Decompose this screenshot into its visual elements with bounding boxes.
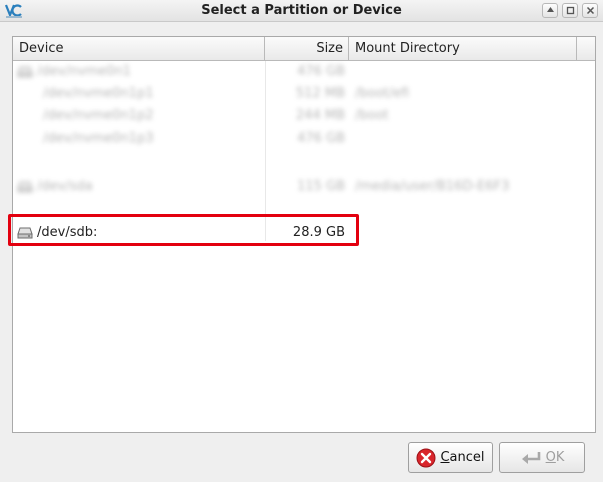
- ok-label: OK: [545, 450, 565, 465]
- device-name: /dev/nvme0n1p1: [43, 86, 154, 101]
- window-up-button[interactable]: [542, 3, 558, 18]
- column-header-mount[interactable]: Mount Directory: [349, 37, 577, 60]
- cancel-icon: [416, 448, 436, 467]
- maximize-icon: [566, 6, 574, 15]
- column-header-size[interactable]: Size: [265, 37, 349, 60]
- column-header-filler: [577, 37, 595, 60]
- column-header-device[interactable]: Device: [13, 37, 265, 60]
- window-close-button[interactable]: [582, 3, 598, 18]
- device-size: 476 GB: [297, 64, 345, 79]
- device-name: /dev/sda: [37, 179, 93, 194]
- list-item-partition[interactable]: /dev/nvme0n1p1 512 MB /boot/efi: [13, 83, 595, 105]
- list-item-device[interactable]: /dev/sda 115 GB /media/user/B16D-E6F3: [13, 176, 595, 198]
- list-item-device[interactable]: /dev/nvme0n1 476 GB: [13, 61, 595, 83]
- window-title: Select a Partition or Device: [201, 3, 402, 18]
- device-size: 115 GB: [297, 179, 345, 194]
- title-bar: Select a Partition or Device: [0, 0, 603, 22]
- device-size: 512 MB: [295, 86, 345, 101]
- list-header: Device Size Mount Directory: [13, 37, 595, 61]
- close-icon: [586, 6, 594, 15]
- device-name: /dev/nvme0n1p2: [43, 108, 154, 123]
- device-mount: /boot/efi: [355, 86, 410, 101]
- device-size: 244 MB: [295, 108, 345, 123]
- device-name: /dev/nvme0n1: [37, 64, 132, 79]
- device-name: /dev/nvme0n1p3: [43, 131, 154, 146]
- ok-button[interactable]: OK: [499, 442, 585, 473]
- arrow-up-icon: [546, 7, 554, 12]
- device-size: 476 GB: [297, 131, 345, 146]
- drive-icon: [17, 66, 33, 78]
- drive-icon: [17, 181, 33, 193]
- cancel-button[interactable]: Cancel: [408, 442, 493, 473]
- cancel-label: Cancel: [440, 450, 485, 465]
- list-item-partition[interactable]: /dev/nvme0n1p3 476 GB: [13, 128, 595, 150]
- window-maximize-button[interactable]: [562, 3, 578, 18]
- enter-arrow-icon: [521, 451, 540, 464]
- device-mount: /media/user/B16D-E6F3: [355, 179, 510, 194]
- list-item-partition[interactable]: /dev/nvme0n1p2 244 MB /boot: [13, 105, 595, 127]
- device-mount: /boot: [355, 108, 389, 123]
- selection-highlight-box: [8, 214, 359, 246]
